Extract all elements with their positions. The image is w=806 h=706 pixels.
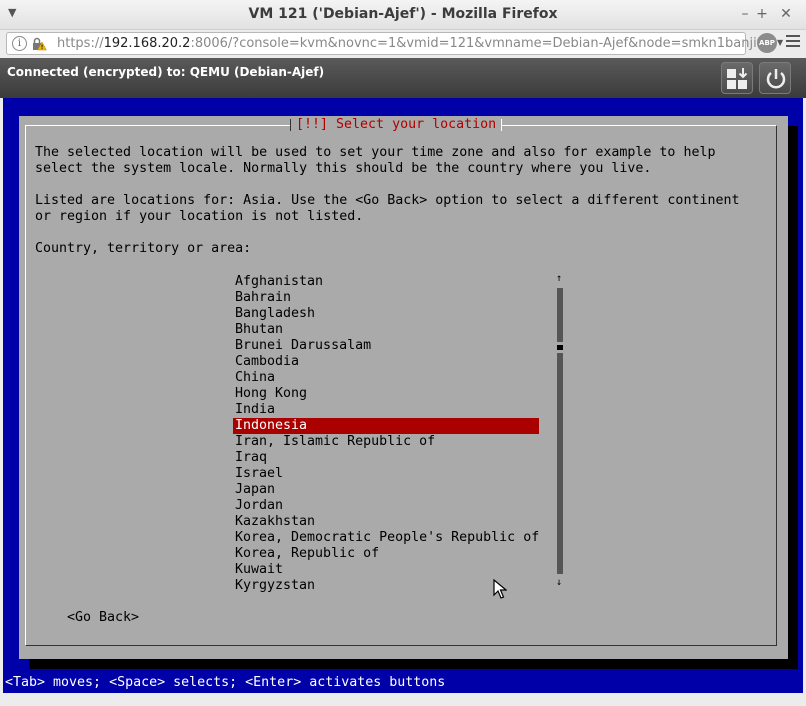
list-item[interactable]: India xyxy=(233,402,539,418)
power-button[interactable] xyxy=(759,62,791,94)
list-item[interactable]: Afghanistan xyxy=(233,274,539,290)
send-keys-button[interactable] xyxy=(721,62,753,94)
info-icon[interactable]: i xyxy=(12,36,27,51)
connection-status: Connected (encrypted) to: QEMU (Debian-A… xyxy=(7,65,325,79)
country-prompt: Country, territory or area: xyxy=(35,241,252,256)
list-item[interactable]: Hong Kong xyxy=(233,386,539,402)
list-item[interactable]: Bahrain xyxy=(233,290,539,306)
url-host: 192.168.20.2 xyxy=(103,36,191,51)
description-line-2: select the system locale. Normally this … xyxy=(35,161,652,176)
list-item[interactable]: Kuwait xyxy=(233,562,539,578)
list-item[interactable]: Israel xyxy=(233,466,539,482)
help-bar: <Tab> moves; <Space> selects; <Enter> ac… xyxy=(3,673,803,693)
instruction-line-2: or region if your location is not listed… xyxy=(35,209,364,224)
installer-dialog: [!!] Select your location The selected l… xyxy=(19,116,788,659)
url-path: :8006/?console=kvm&novnc=1&vmid=121&vmna… xyxy=(190,36,762,51)
close-button[interactable]: ✕ xyxy=(776,4,796,24)
list-item[interactable]: Jordan xyxy=(233,498,539,514)
country-list[interactable]: Afghanistan Bahrain Bangladesh Bhutan Brunei… xyxy=(233,274,539,594)
maximize-button[interactable]: + xyxy=(752,4,772,24)
list-item[interactable]: Iran, Islamic Republic of xyxy=(233,434,539,450)
dialog-title: [!!] Select your location xyxy=(290,117,503,133)
scroll-up-arrow-icon[interactable]: ↑ xyxy=(556,274,562,284)
window-titlebar: ▼ VM 121 ('Debian-Ajef') - Mozilla Firef… xyxy=(0,0,806,30)
keyboard-keys-icon xyxy=(727,68,748,89)
window-title: VM 121 ('Debian-Ajef') - Mozilla Firefox xyxy=(248,6,558,22)
list-item[interactable]: Iraq xyxy=(233,450,539,466)
url-text[interactable]: https://192.168.20.2:8006/?console=kvm&n… xyxy=(57,36,762,51)
vnc-screen[interactable]: [!!] Select your location The selected l… xyxy=(3,98,803,693)
list-item[interactable]: China xyxy=(233,370,539,386)
description-line-1: The selected location will be used to se… xyxy=(35,145,716,160)
list-item[interactable]: Brunei Darussalam xyxy=(233,338,539,354)
scrollbar-thumb[interactable] xyxy=(557,342,563,353)
list-item[interactable]: Bhutan xyxy=(233,322,539,338)
menu-hamburger-icon[interactable] xyxy=(786,35,800,50)
novnc-status-bar: Connected (encrypted) to: QEMU (Debian-A… xyxy=(0,58,806,98)
instruction-line-1: Listed are locations for: Asia. Use the … xyxy=(35,193,740,208)
list-item[interactable]: Kazakhstan xyxy=(233,514,539,530)
list-item[interactable]: Cambodia xyxy=(233,354,539,370)
scroll-down-arrow-icon[interactable]: ↓ xyxy=(556,578,562,588)
list-item[interactable]: Korea, Democratic People's Republic of xyxy=(233,530,539,546)
list-item[interactable]: Bangladesh xyxy=(233,306,539,322)
url-scheme: https:// xyxy=(57,36,104,51)
go-back-button[interactable]: <Go Back> xyxy=(67,610,139,626)
insecure-lock-warning-icon[interactable] xyxy=(31,36,47,52)
adblock-icon[interactable]: ABP xyxy=(757,33,777,53)
url-bar[interactable]: i https://192.168.20.2:8006/?console=kvm… xyxy=(6,32,762,55)
scrollbar-track[interactable] xyxy=(557,288,563,574)
navigation-bar: i https://192.168.20.2:8006/?console=kvm… xyxy=(0,30,806,58)
list-item[interactable]: Japan xyxy=(233,482,539,498)
adblock-dropdown-icon[interactable]: ▼ xyxy=(777,38,783,47)
mouse-pointer-icon xyxy=(493,579,507,599)
list-item-selected[interactable]: Indonesia xyxy=(233,418,539,434)
list-item[interactable]: Korea, Republic of xyxy=(233,546,539,562)
power-icon xyxy=(766,69,786,89)
